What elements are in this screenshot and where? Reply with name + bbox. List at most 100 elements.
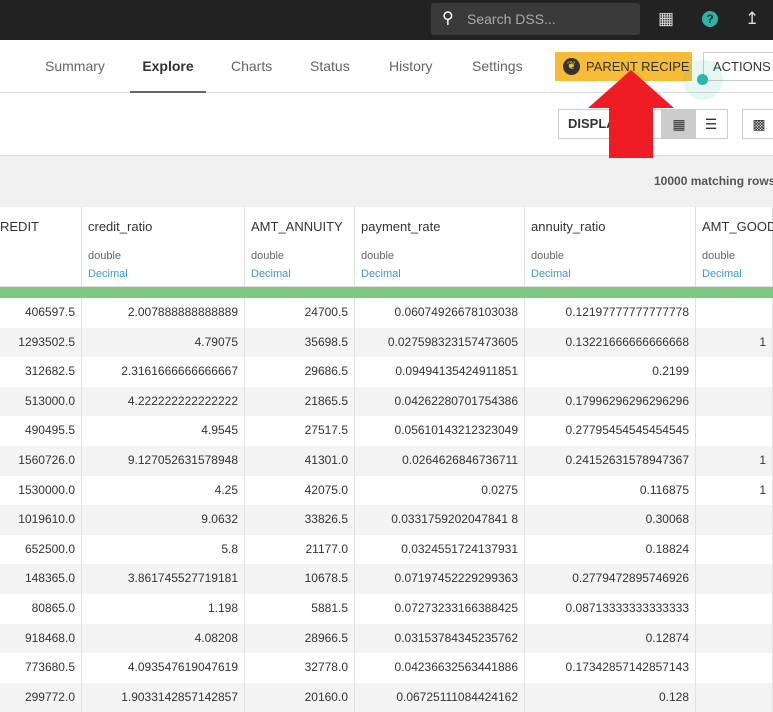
tab-explore[interactable]: Explore: [130, 40, 206, 93]
table-cell[interactable]: 513000.0: [0, 386, 82, 417]
table-cell[interactable]: 0.09494135424911851: [355, 357, 525, 387]
table-cell[interactable]: 4.222222222222222: [82, 386, 245, 417]
table-cell[interactable]: 41301.0: [245, 446, 355, 476]
table-cell[interactable]: 0.116875: [525, 475, 696, 506]
table-cell[interactable]: 10678.5: [245, 564, 355, 594]
table-cell[interactable]: 652500.0: [0, 534, 82, 565]
table-cell[interactable]: 0.30068: [525, 505, 696, 535]
table-cell[interactable]: [696, 386, 773, 417]
tab-status[interactable]: Status: [310, 40, 350, 93]
table-cell[interactable]: [696, 298, 773, 328]
table-cell[interactable]: 28966.5: [245, 623, 355, 654]
table-cell[interactable]: 0.03153784345235762: [355, 623, 525, 654]
table-cell[interactable]: 4.79075: [82, 327, 245, 358]
table-cell[interactable]: 0.08713333333333333: [525, 594, 696, 624]
table-cell[interactable]: 0.0275: [355, 475, 525, 506]
search-input[interactable]: ⚲ Search DSS...: [431, 3, 640, 35]
table-cell[interactable]: 33826.5: [245, 505, 355, 535]
table-cell[interactable]: 0.12197777777777778: [525, 298, 696, 328]
help-icon[interactable]: ?: [702, 11, 718, 27]
table-cell[interactable]: 3.861745527719181: [82, 564, 245, 594]
chart-view-icon[interactable]: ▩: [742, 109, 773, 139]
column-meaning[interactable]: Decimal: [531, 268, 695, 280]
column-header[interactable]: annuity_ratio double Decimal: [525, 207, 696, 287]
table-cell[interactable]: 4.08208: [82, 623, 245, 654]
table-cell[interactable]: 4.25: [82, 475, 245, 506]
table-cell[interactable]: 0.06725111084424162: [355, 682, 525, 712]
table-cell[interactable]: 0.17996296296296296: [525, 386, 696, 417]
table-cell[interactable]: 35698.5: [245, 327, 355, 358]
table-cell[interactable]: 80865.0: [0, 594, 82, 624]
table-cell[interactable]: 24700.5: [245, 298, 355, 328]
column-header[interactable]: REDIT: [0, 207, 82, 287]
table-cell[interactable]: 21177.0: [245, 534, 355, 565]
tab-charts[interactable]: Charts: [231, 40, 272, 93]
table-cell[interactable]: 21865.5: [245, 386, 355, 417]
table-cell[interactable]: 0.06074926678103038: [355, 298, 525, 328]
table-cell[interactable]: 0.17342857142857143: [525, 653, 696, 683]
table-cell[interactable]: [696, 594, 773, 624]
table-cell[interactable]: 406597.5: [0, 298, 82, 328]
list-view-icon[interactable]: ☰: [694, 109, 728, 139]
table-cell[interactable]: 5881.5: [245, 594, 355, 624]
table-cell[interactable]: [696, 653, 773, 683]
table-cell[interactable]: 0.128: [525, 682, 696, 712]
table-cell[interactable]: 2.3161666666666667: [82, 357, 245, 387]
table-cell[interactable]: 773680.5: [0, 653, 82, 683]
table-cell[interactable]: 1.9033142857142857: [82, 682, 245, 712]
table-cell[interactable]: 29686.5: [245, 357, 355, 387]
table-cell[interactable]: 2.007888888888889: [82, 298, 245, 328]
tab-settings[interactable]: Settings: [472, 40, 523, 93]
table-cell[interactable]: 27517.5: [245, 416, 355, 446]
column-meaning[interactable]: Decimal: [361, 268, 524, 280]
table-cell[interactable]: 1: [696, 475, 773, 506]
table-cell[interactable]: 1: [696, 446, 773, 476]
table-cell[interactable]: 918468.0: [0, 623, 82, 654]
table-cell[interactable]: 1.198: [82, 594, 245, 624]
column-header[interactable]: credit_ratio double Decimal: [82, 207, 245, 287]
table-cell[interactable]: 0.13221666666666668: [525, 327, 696, 358]
table-cell[interactable]: 0.05610143212323049: [355, 416, 525, 446]
table-cell[interactable]: [696, 534, 773, 565]
table-cell[interactable]: 0.2779472895746926: [525, 564, 696, 594]
table-cell[interactable]: 1560726.0: [0, 446, 82, 476]
table-cell[interactable]: 299772.0: [0, 682, 82, 712]
table-cell[interactable]: 0.04262280701754386: [355, 386, 525, 417]
table-cell[interactable]: 42075.0: [245, 475, 355, 506]
table-cell[interactable]: 0.0324551724137931: [355, 534, 525, 565]
table-cell[interactable]: [696, 623, 773, 654]
table-cell[interactable]: 0.0264626846736711: [355, 446, 525, 476]
column-meaning[interactable]: Decimal: [702, 268, 772, 280]
table-cell[interactable]: 1530000.0: [0, 475, 82, 506]
tab-history[interactable]: History: [389, 40, 433, 93]
column-meaning[interactable]: Decimal: [88, 268, 244, 280]
table-cell[interactable]: 490495.5: [0, 416, 82, 446]
column-header[interactable]: payment_rate double Decimal: [355, 207, 525, 287]
table-cell[interactable]: [696, 505, 773, 535]
table-cell[interactable]: 0.24152631578947367: [525, 446, 696, 476]
table-cell[interactable]: 9.127052631578948: [82, 446, 245, 476]
table-cell[interactable]: 0.04236632563441886: [355, 653, 525, 683]
table-cell[interactable]: 0.2199: [525, 357, 696, 387]
tab-summary[interactable]: Summary: [45, 40, 105, 93]
table-cell[interactable]: 1293502.5: [0, 327, 82, 358]
table-cell[interactable]: 5.8: [82, 534, 245, 565]
table-cell[interactable]: 0.18824: [525, 534, 696, 565]
table-cell[interactable]: 4.093547619047619: [82, 653, 245, 683]
table-cell[interactable]: 1019610.0: [0, 505, 82, 535]
table-cell[interactable]: 0.0331759202047841 8: [355, 505, 525, 535]
apps-grid-icon[interactable]: ▦: [658, 9, 674, 29]
table-cell[interactable]: 0.07273233166388425: [355, 594, 525, 624]
table-cell[interactable]: 9.0632: [82, 505, 245, 535]
table-cell[interactable]: [696, 682, 773, 712]
column-meaning[interactable]: Decimal: [251, 268, 354, 280]
table-cell[interactable]: 0.027598323157473605: [355, 327, 525, 358]
activity-trend-icon[interactable]: ↥: [745, 9, 759, 29]
table-cell[interactable]: [696, 357, 773, 387]
table-cell[interactable]: 0.12874: [525, 623, 696, 654]
column-header[interactable]: AMT_ANNUITY double Decimal: [245, 207, 355, 287]
table-cell[interactable]: 312682.5: [0, 357, 82, 387]
column-header[interactable]: AMT_GOODSdouble Decimal: [696, 207, 773, 287]
table-cell[interactable]: [696, 416, 773, 446]
table-cell[interactable]: [696, 564, 773, 594]
